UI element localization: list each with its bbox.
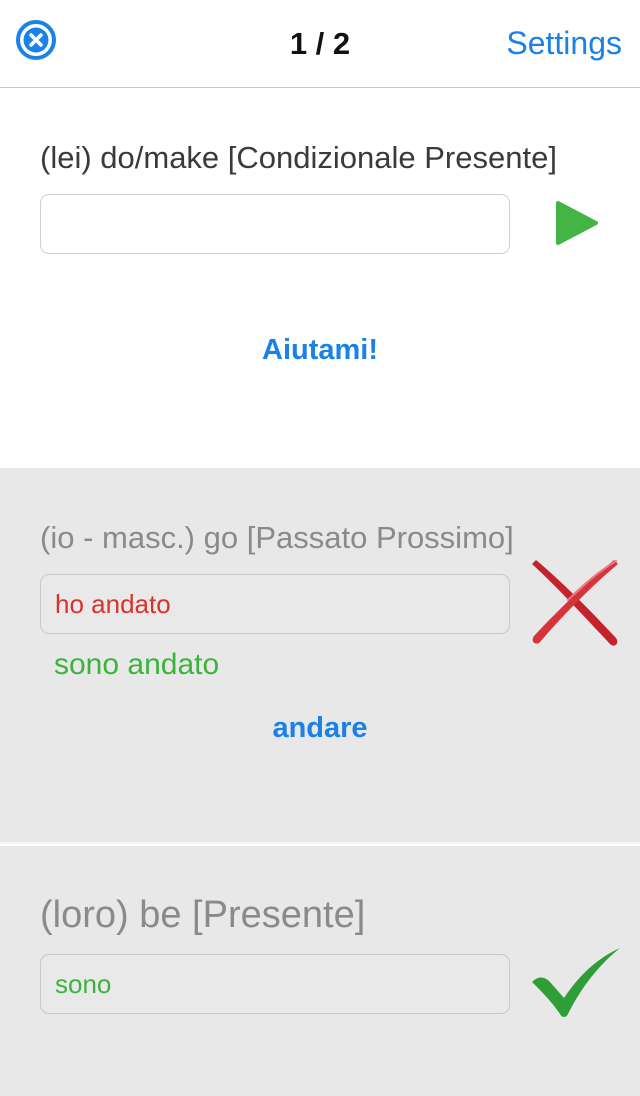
- infinitive-link[interactable]: andare: [0, 712, 640, 745]
- question-card-active: (lei) do/make [Condizionale Presente] Ai…: [0, 88, 640, 468]
- help-button[interactable]: Aiutami!: [0, 334, 640, 367]
- question-card-correct: (loro) be [Presente] sono: [0, 846, 640, 1096]
- cross-icon: [528, 558, 624, 653]
- navigation-bar: 1 / 2 Settings: [0, 0, 640, 88]
- question-prompt: (loro) be [Presente]: [40, 894, 366, 936]
- question-card-wrong: (io - masc.) go [Passato Prossimo] ho an…: [0, 468, 640, 844]
- answer-field-correct: sono: [40, 954, 510, 1014]
- settings-button[interactable]: Settings: [506, 25, 622, 62]
- answer-input[interactable]: [40, 194, 510, 254]
- answer-field-wrong: ho andato: [40, 574, 510, 634]
- question-prompt: (lei) do/make [Condizionale Presente]: [40, 140, 557, 175]
- question-prompt: (io - masc.) go [Passato Prossimo]: [40, 520, 514, 555]
- correct-answer-text: sono andato: [54, 648, 220, 681]
- checkmark-icon: [530, 946, 622, 1025]
- play-icon[interactable]: [552, 198, 600, 248]
